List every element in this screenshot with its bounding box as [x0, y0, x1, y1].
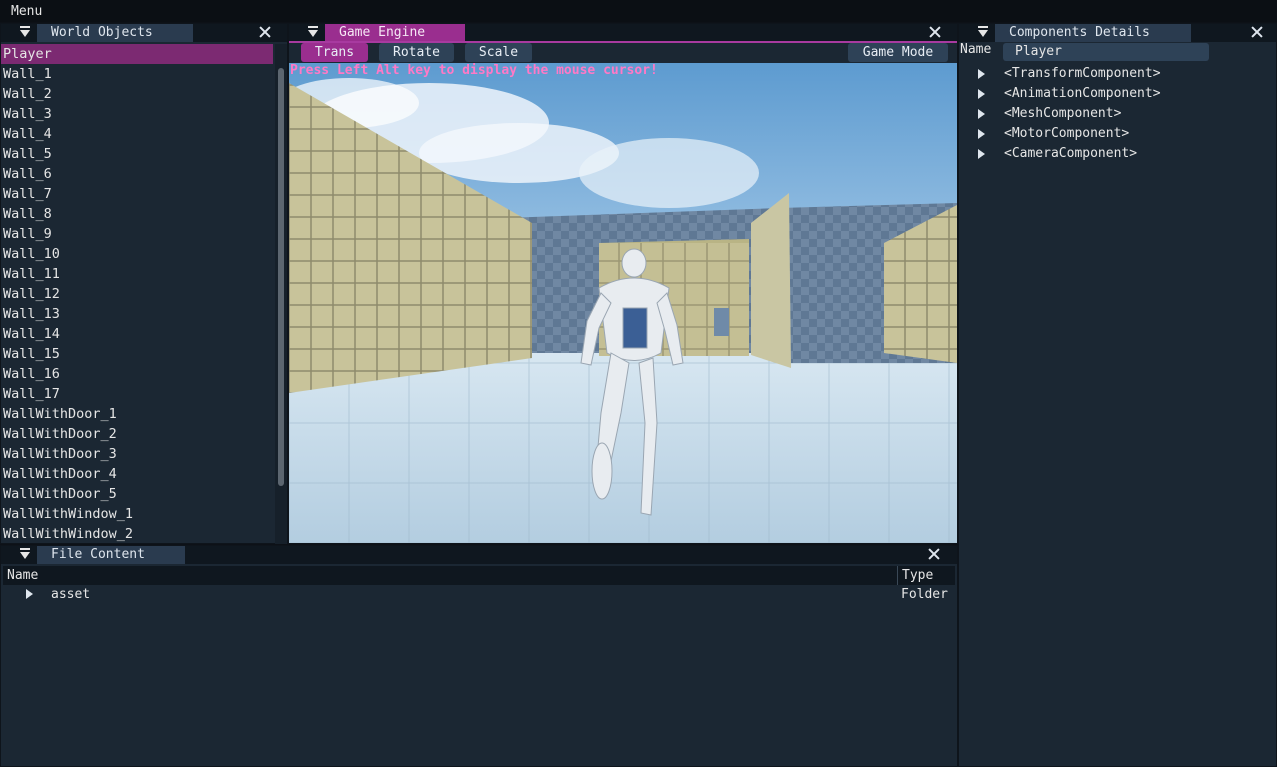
world-object-item[interactable]: Wall_17 [1, 384, 273, 404]
world-object-item[interactable]: WallWithDoor_1 [1, 404, 273, 424]
world-objects-panel: World Objects Player Wall_1 Wall_2 Wall_3 Wa… [0, 23, 288, 544]
game-mode-button[interactable]: Game Mode [848, 43, 948, 62]
menu-button[interactable]: Menu [11, 4, 42, 19]
scrollbar-thumb[interactable] [278, 68, 284, 486]
game-viewport[interactable] [289, 63, 957, 543]
world-object-item[interactable]: WallWithDoor_3 [1, 444, 273, 464]
world-object-item[interactable]: Wall_11 [1, 264, 273, 284]
scene-render [289, 63, 957, 543]
world-object-item[interactable]: Wall_16 [1, 364, 273, 384]
world-object-item[interactable]: Wall_12 [1, 284, 273, 304]
world-object-item[interactable]: Wall_4 [1, 124, 273, 144]
world-objects-list: Player Wall_1 Wall_2 Wall_3 Wall_4 Wall_5 Wall… [1, 44, 273, 544]
collapse-icon[interactable] [977, 26, 989, 38]
expand-arrow-icon[interactable] [978, 129, 985, 139]
tab-components-details[interactable]: Components Details [995, 24, 1191, 42]
collapse-icon[interactable] [19, 26, 31, 38]
file-content-titlebar: File Content [1, 546, 957, 564]
tab-world-objects[interactable]: World Objects [37, 24, 193, 42]
world-object-item[interactable]: Wall_3 [1, 104, 273, 124]
expand-arrow-icon[interactable] [978, 149, 985, 159]
scale-button[interactable]: Scale [465, 43, 532, 62]
close-icon[interactable] [927, 547, 941, 561]
world-object-item[interactable]: Wall_10 [1, 244, 273, 264]
world-object-item[interactable]: WallWithWindow_2 [1, 524, 273, 544]
world-object-item[interactable]: Wall_5 [1, 144, 273, 164]
world-object-item[interactable]: WallWithWindow_1 [1, 504, 273, 524]
component-label: <TransformComponent> [1004, 66, 1161, 81]
world-object-item[interactable]: Wall_8 [1, 204, 273, 224]
world-object-item[interactable]: Wall_6 [1, 164, 273, 184]
trans-button[interactable]: Trans [301, 43, 368, 62]
world-object-item[interactable]: Wall_15 [1, 344, 273, 364]
name-field[interactable]: Player [1003, 43, 1209, 61]
name-label: Name [960, 42, 992, 57]
collapse-icon[interactable] [307, 26, 319, 38]
close-icon[interactable] [928, 25, 942, 39]
close-icon[interactable] [258, 25, 272, 39]
world-objects-titlebar: World Objects [1, 24, 287, 42]
file-row-type: Folder [901, 587, 948, 602]
file-row-name[interactable]: asset [51, 587, 90, 603]
world-object-item[interactable]: Wall_7 [1, 184, 273, 204]
world-object-item[interactable]: Wall_9 [1, 224, 273, 244]
rotate-button[interactable]: Rotate [379, 43, 454, 62]
world-object-item[interactable]: Wall_13 [1, 304, 273, 324]
game-engine-titlebar: Game Engine [289, 24, 957, 42]
expand-arrow-icon[interactable] [978, 69, 985, 79]
collapse-icon[interactable] [19, 548, 31, 560]
components-titlebar: Components Details [959, 24, 1276, 42]
world-object-item[interactable]: WallWithDoor_2 [1, 424, 273, 444]
world-object-item[interactable]: Wall_1 [1, 64, 273, 84]
world-object-item[interactable]: WallWithDoor_4 [1, 464, 273, 484]
close-icon[interactable] [1250, 25, 1264, 39]
tab-file-content[interactable]: File Content [37, 546, 185, 564]
component-label: <MotorComponent> [1004, 126, 1130, 141]
tab-game-engine[interactable]: Game Engine [325, 24, 465, 42]
world-object-item[interactable]: Wall_2 [1, 84, 273, 104]
expand-arrow-icon[interactable] [978, 89, 985, 99]
hint-text: Press Left Alt key to display the mouse … [290, 63, 658, 78]
world-object-item[interactable]: WallWithDoor_5 [1, 484, 273, 504]
column-header-name[interactable]: Name [3, 566, 896, 585]
expand-arrow-icon[interactable] [26, 589, 33, 599]
world-object-item[interactable]: Player [1, 44, 273, 64]
world-object-item[interactable]: Wall_14 [1, 324, 273, 344]
expand-arrow-icon[interactable] [978, 109, 985, 119]
component-label: <CameraComponent> [1004, 146, 1138, 161]
component-label: <AnimationComponent> [1004, 86, 1161, 101]
component-label: <MeshComponent> [1004, 106, 1122, 121]
menu-bar: Menu [0, 0, 1277, 22]
column-header-type[interactable]: Type [897, 566, 955, 585]
